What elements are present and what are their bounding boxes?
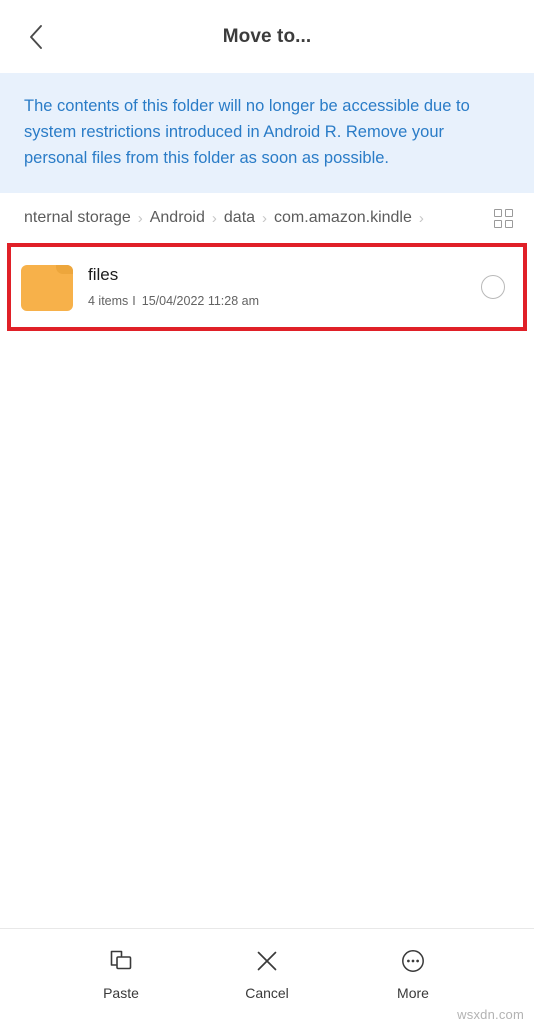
list-item-count: 4 items (88, 294, 129, 308)
grid-view-toggle-button[interactable] (486, 201, 520, 235)
list-item-text-block: files 4 items I 15/04/2022 11:28 am (88, 265, 481, 309)
breadcrumb-item-internal-storage[interactable]: nternal storage (24, 209, 131, 227)
breadcrumb-bar: nternal storage › Android › data › com.a… (0, 193, 534, 243)
breadcrumb-separator-icon: › (418, 209, 424, 227)
watermark: wsxdn.com (457, 1007, 524, 1022)
list-item[interactable]: files 4 items I 15/04/2022 11:28 am (11, 247, 523, 327)
grid-view-icon (493, 208, 513, 228)
banner-message: The contents of this folder will no long… (24, 97, 470, 167)
breadcrumb-separator-icon: › (137, 209, 143, 227)
bottom-action-bar: Paste Cancel More wsxdn.com (0, 928, 534, 1028)
breadcrumb-item-com-amazon-kindle[interactable]: com.amazon.kindle (274, 209, 412, 227)
breadcrumb: nternal storage › Android › data › com.a… (24, 209, 480, 227)
chevron-left-icon (26, 23, 46, 51)
close-x-icon (253, 947, 281, 975)
page-title: Move to... (222, 25, 312, 47)
more-circle-icon (399, 947, 427, 975)
cancel-button[interactable]: Cancel (221, 947, 313, 1001)
list-item-select-checkbox[interactable] (481, 275, 505, 299)
breadcrumb-item-data[interactable]: data (224, 209, 255, 227)
breadcrumb-separator-icon: › (211, 209, 217, 227)
file-manager-move-screen: Move to... The contents of this folder w… (0, 0, 534, 1028)
system-restriction-banner: The contents of this folder will no long… (0, 73, 534, 193)
paste-button[interactable]: Paste (75, 947, 167, 1001)
back-button[interactable] (14, 15, 58, 59)
more-label: More (397, 985, 429, 1001)
paste-icon (107, 947, 135, 975)
app-header: Move to... (0, 0, 534, 73)
list-item-modified: 15/04/2022 11:28 am (141, 294, 260, 308)
breadcrumb-separator-icon: › (262, 209, 268, 227)
file-list: files 4 items I 15/04/2022 11:28 am (0, 243, 534, 928)
more-button[interactable]: More (367, 947, 459, 1001)
cancel-label: Cancel (245, 985, 289, 1001)
folder-icon (21, 263, 73, 311)
list-item-name: files (88, 265, 119, 284)
paste-label: Paste (103, 985, 139, 1001)
metadata-separator: I (132, 294, 136, 308)
list-item-metadata: 4 items I 15/04/2022 11:28 am (88, 294, 481, 309)
breadcrumb-item-android[interactable]: Android (150, 209, 205, 227)
